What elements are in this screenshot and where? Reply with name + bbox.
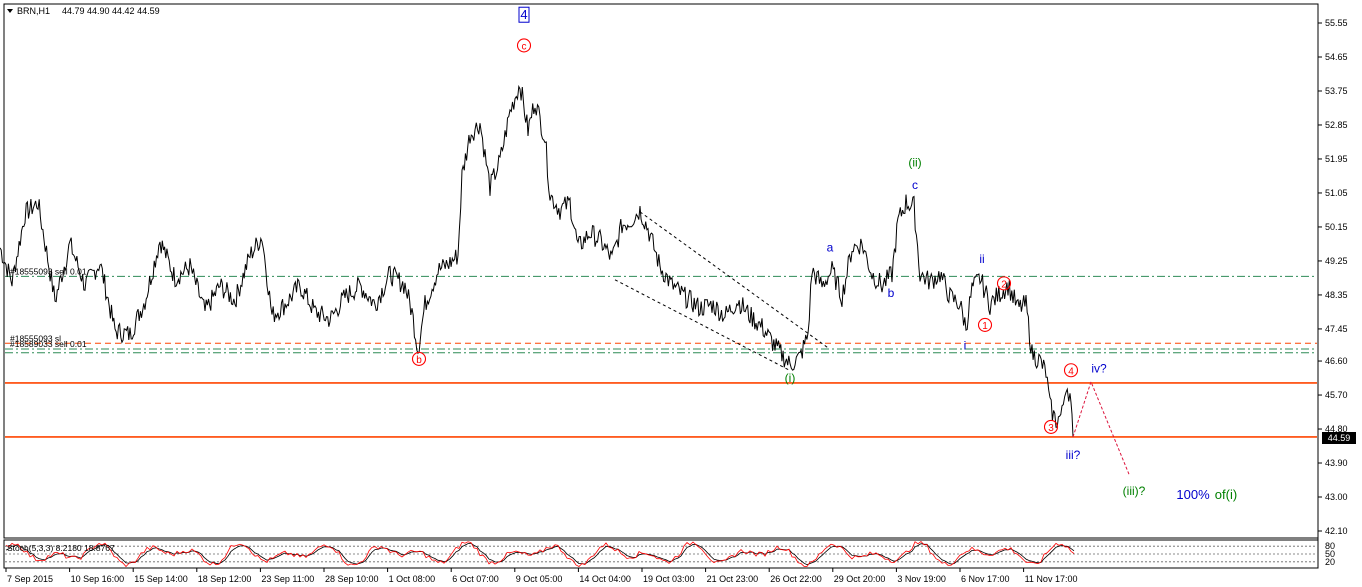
y-tick-label: 43.90 <box>1325 458 1348 468</box>
wave-label: c <box>912 178 918 192</box>
y-tick-label: 47.45 <box>1325 324 1348 334</box>
y-tick-label: 45.70 <box>1325 390 1348 400</box>
wave-label: iii? <box>1066 448 1081 462</box>
x-tick-label: 28 Sep 10:00 <box>325 574 379 584</box>
y-tick-label: 50.15 <box>1325 222 1348 232</box>
x-tick-label: 7 Sep 2015 <box>7 574 53 584</box>
stochastic-label: Stoch(5,3,3) 8.2180 18.8767 <box>7 543 115 553</box>
x-tick-label: 6 Nov 17:00 <box>961 574 1010 584</box>
y-tick-label: 51.05 <box>1325 188 1348 198</box>
level-label: #18589033 sell 0.01 <box>10 339 87 349</box>
price-chart[interactable]: #18555093 sl#18555093 sell 0.01#18589033… <box>0 0 1362 587</box>
x-tick-label: 15 Sep 14:00 <box>134 574 188 584</box>
current-price-label: 44.59 <box>1328 433 1351 443</box>
x-tick-label: 14 Oct 04:00 <box>579 574 631 584</box>
wave-label: b <box>888 286 895 300</box>
wave-label: 1 <box>982 321 988 332</box>
y-tick-label: 54.65 <box>1325 52 1348 62</box>
y-tick-label: 55.55 <box>1325 18 1348 28</box>
y-tick-label: 46.60 <box>1325 356 1348 366</box>
x-tick-label: 21 Oct 23:00 <box>707 574 759 584</box>
wave-label: 100% <box>1176 487 1210 502</box>
time-axis: 7 Sep 2015 10 Sep 16:00 15 Sep 14:00 18 Sep… <box>5 568 1078 584</box>
x-tick-label: 18 Sep 12:00 <box>198 574 252 584</box>
wave-label: iv? <box>1091 361 1107 375</box>
symbol-timeframe: BRN,H1 <box>17 6 50 16</box>
wave-label: (ii) <box>908 156 921 170</box>
x-tick-label: 6 Oct 07:00 <box>452 574 499 584</box>
y-tick-label: 42.10 <box>1325 526 1348 536</box>
wave-label: a <box>827 241 834 255</box>
x-tick-label: 9 Oct 05:00 <box>516 574 563 584</box>
wave-label: 2 <box>1001 279 1007 290</box>
x-tick-label: 29 Oct 20:00 <box>834 574 886 584</box>
x-tick-label: 3 Nov 19:00 <box>897 574 946 584</box>
price-axis: 55.55 54.65 53.75 52.85 51.95 51.05 50.15 49.25… <box>1318 18 1348 536</box>
y-tick-label: 48.35 <box>1325 290 1348 300</box>
ohlc-values: 44.79 44.90 44.42 44.59 <box>62 6 160 16</box>
x-tick-label: 26 Oct 22:00 <box>770 574 822 584</box>
wave-label: b <box>416 355 422 366</box>
wave-label: c <box>522 41 527 52</box>
y-tick-label: 43.00 <box>1325 492 1348 502</box>
x-tick-label: 11 Nov 17:00 <box>1025 574 1078 584</box>
y-tick-label: 53.75 <box>1325 86 1348 96</box>
x-tick-label: 19 Oct 03:00 <box>643 574 695 584</box>
wave-label: i <box>964 339 967 353</box>
y-tick-label: 52.85 <box>1325 120 1348 130</box>
wave-label: (iii)? <box>1123 484 1146 498</box>
wave-label: of(i) <box>1215 487 1237 502</box>
stoch-level-label: 20 <box>1325 557 1335 567</box>
x-tick-label: 10 Sep 16:00 <box>71 574 125 584</box>
wave-label: (i) <box>785 371 796 385</box>
wave-label: 4 <box>1068 366 1074 377</box>
wave-label: 4 <box>520 7 527 22</box>
wave-label: ii <box>979 252 984 266</box>
x-tick-label: 1 Oct 08:00 <box>389 574 436 584</box>
y-tick-label: 51.95 <box>1325 154 1348 164</box>
y-tick-label: 49.25 <box>1325 256 1348 266</box>
x-tick-label: 23 Sep 11:00 <box>261 574 314 584</box>
wave-label: 3 <box>1048 423 1054 434</box>
